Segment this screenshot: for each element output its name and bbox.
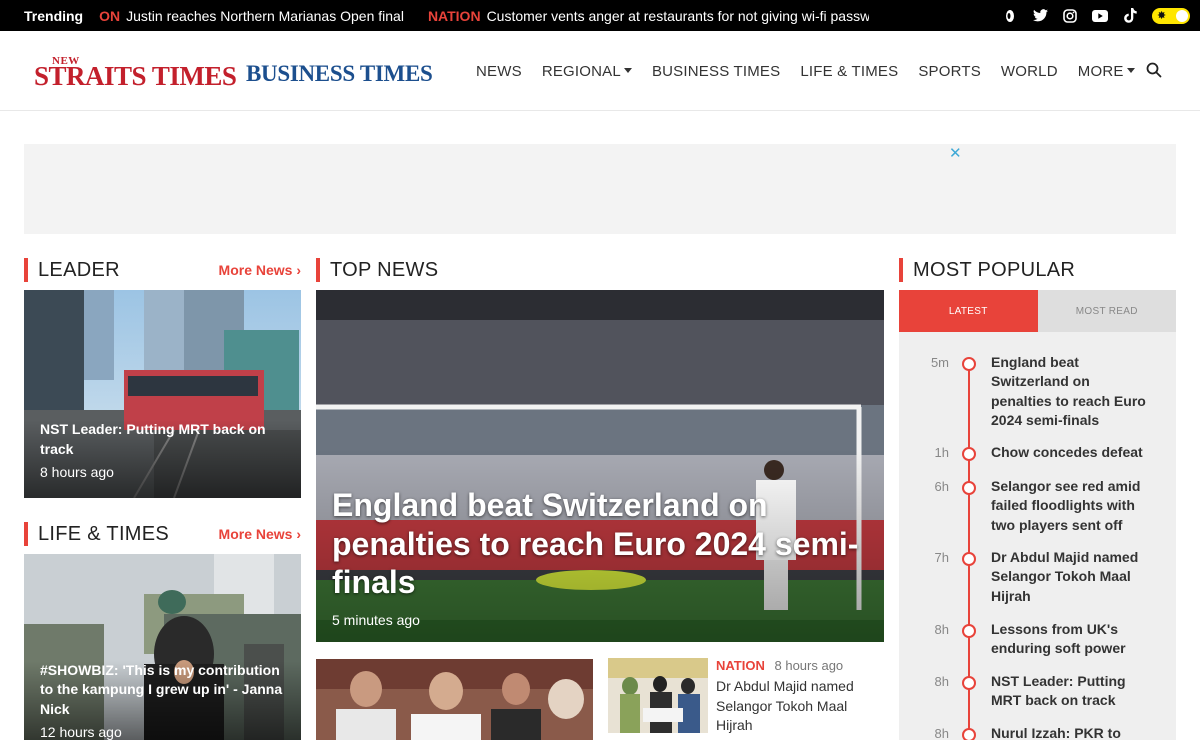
close-icon[interactable]: ✕ [949,144,962,162]
nav-item-sports[interactable]: SPORTS [918,63,981,80]
item-time: 8h [934,726,949,740]
item-title: Selangor see red amid failed floodlights… [991,478,1141,533]
card-overlay: NST Leader: Putting MRT back on track 8 … [24,420,301,498]
secondary-photo [316,659,593,740]
item-title: Chow concedes defeat [991,444,1143,460]
trending-item[interactable]: NATION Customer vents anger at restauran… [428,8,869,24]
chevron-down-icon [1126,67,1135,73]
search-icon[interactable] [1146,62,1164,80]
more-news-link[interactable]: More News › [219,526,301,542]
card-overlay: #SHOWBIZ: 'This is my contribution to th… [24,660,301,740]
nav-item-label: BUSINESS TIMES [651,62,781,80]
more-news-link[interactable]: More News › [219,262,301,278]
top-news-hero[interactable]: England beat Switzerland on penalties to… [316,290,884,642]
trending-label: Trending [24,7,84,24]
item-time: 8h [934,674,949,689]
card-time: 8 hours ago [40,464,114,480]
leader-section-header: LEADER More News › [24,258,301,282]
site-header: NEW STRAITS TIMES BUSINESS TIMES NEWS RE… [0,31,1200,111]
nav-item-regional[interactable]: REGIONAL [542,63,632,80]
tiktok-icon[interactable] [1122,8,1138,24]
business-times-logo[interactable]: BUSINESS TIMES [246,61,433,87]
ad-banner: ✕ [24,144,1176,234]
nav-item-life-times[interactable]: LIFE & TIMES [800,63,898,80]
card-time: 12 hours ago [40,724,122,740]
nav-item-world[interactable]: WORLD [1001,63,1058,80]
twitter-icon[interactable] [1032,8,1048,24]
item-title: Nurul Izzah: PKR to [991,725,1121,740]
nav-item-label: SPORTS [918,62,981,80]
nst-logo[interactable]: NEW STRAITS TIMES [34,55,237,95]
timeline-dot [962,728,976,740]
item-title: Dr Abdul Majid named Selangor Tokoh Maal… [991,549,1139,604]
tab-latest[interactable]: LATEST [899,290,1038,332]
most-popular-tabs: LATEST MOST READ [899,290,1176,332]
toggle-knob [1176,9,1188,22]
item-time: 7h [934,550,949,565]
item-time: 5m [930,355,949,370]
item-title: Lessons from UK's enduring soft power [991,621,1126,657]
timeline-dot [962,552,976,566]
trending-item-category: ON [99,7,121,24]
item-time: 6h [934,479,949,494]
life-times-section-header: LIFE & TIMES More News › [24,522,301,546]
trending-item-text: Customer vents anger at restaurants for … [486,7,870,24]
hero-title: England beat Switzerland on penalties to… [332,487,859,600]
section-title: LIFE & TIMES [38,522,170,545]
hero-time: 5 minutes ago [332,611,420,628]
youtube-icon[interactable] [1092,8,1108,24]
hero-text: England beat Switzerland on penalties to… [332,486,862,628]
top-news-secondary-image[interactable] [316,659,593,740]
timeline-dot [962,357,976,371]
item-title: NST Leader: Putting MRT back on track [991,673,1126,709]
timeline-dot [962,447,976,461]
chevron-down-icon [623,67,632,73]
nst-logo-text: STRAITS TIMES [34,61,237,91]
section-title: LEADER [38,258,120,281]
card-title: #SHOWBIZ: 'This is my contribution to th… [40,661,283,717]
nation-story-image[interactable] [608,658,708,733]
top-news-section-header: TOP NEWS [316,258,884,282]
social-links: ✸ [1002,0,1190,31]
leader-card[interactable]: NST Leader: Putting MRT back on track 8 … [24,290,301,498]
most-popular-list: 5m England beat Switzerland on penalties… [899,332,1176,740]
nation-story: NATION 8 hours ago Dr Abdul Majid named … [716,658,884,736]
tiktok-alt-icon[interactable] [1002,8,1018,24]
sun-icon: ✸ [1157,9,1167,22]
nav-item-business-times[interactable]: BUSINESS TIMES [652,63,780,80]
item-title: England beat Switzerland on penalties to… [991,354,1146,428]
dark-mode-toggle[interactable]: ✸ [1152,7,1190,24]
timeline-dot [962,481,976,495]
nav-item-label: WORLD [1000,62,1058,80]
life-times-card[interactable]: #SHOWBIZ: 'This is my contribution to th… [24,554,301,740]
nav-item-label: MORE [1077,62,1124,80]
most-popular-section-header: MOST POPULAR [899,258,1176,282]
nav-item-label: REGIONAL [541,62,621,80]
trending-ticker: ON Justin reaches Northern Marianas Open… [99,8,869,24]
tab-most-read[interactable]: MOST READ [1037,290,1176,332]
main-nav: NEWS REGIONAL BUSINESS TIMES LIFE & TIME… [476,31,1155,111]
trending-item-category: NATION [427,7,481,24]
section-title: TOP NEWS [330,258,439,281]
item-time: 8h [934,622,949,637]
nav-item-more[interactable]: MORE [1078,63,1135,80]
story-category[interactable]: NATION [716,658,765,673]
nav-item-label: NEWS [476,62,522,80]
story-time: 8 hours ago [774,658,844,673]
timeline-dot [962,676,976,690]
section-title: MOST POPULAR [913,258,1076,281]
trending-item[interactable]: ON Justin reaches Northern Marianas Open… [99,8,404,24]
nav-item-label: LIFE & TIMES [800,62,899,80]
trending-item-text: Justin reaches Northern Marianas Open fi… [126,7,404,24]
card-title: NST Leader: Putting MRT back on track [40,421,266,457]
nav-item-news[interactable]: NEWS [476,63,522,80]
timeline-dot [962,624,976,638]
item-time: 1h [934,445,949,460]
instagram-icon[interactable] [1062,8,1078,24]
story-title[interactable]: Dr Abdul Majid named Selangor Tokoh Maal… [716,677,884,736]
story-meta: NATION 8 hours ago [716,658,884,673]
nation-story-photo [608,658,708,733]
trending-bar: Trending ON Justin reaches Northern Mari… [0,0,1200,31]
